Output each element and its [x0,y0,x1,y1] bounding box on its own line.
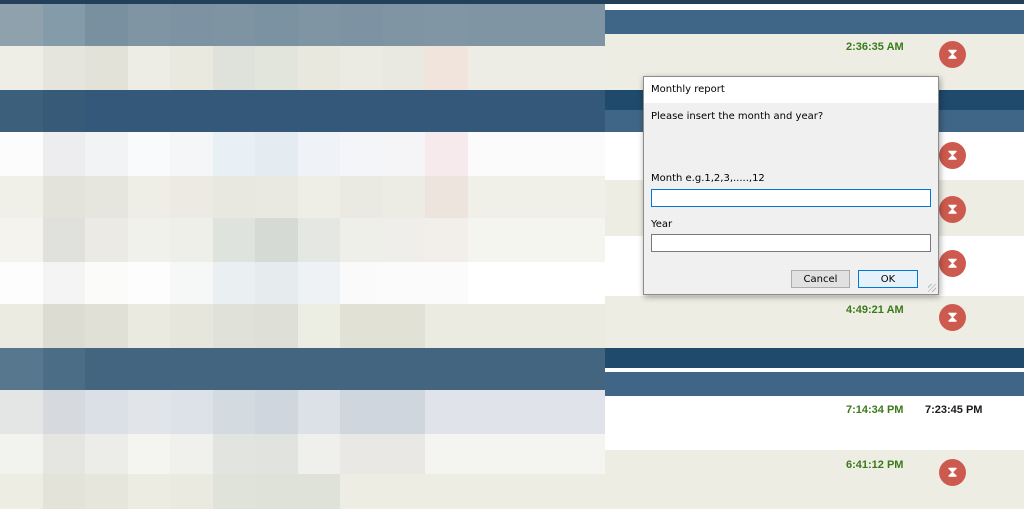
table-row: 6:41:12 PM ⧗ [605,450,1024,509]
hourglass-icon[interactable]: ⧗ [939,304,966,331]
hourglass-icon[interactable]: ⧗ [939,41,966,68]
hourglass-icon[interactable]: ⧗ [939,142,966,169]
dialog-title-bar: Monthly report [644,77,938,103]
time-value: 4:49:21 AM [846,304,904,316]
dialog-title: Monthly report [651,84,725,95]
year-input[interactable] [651,234,931,252]
resize-grip-icon[interactable] [928,284,936,292]
hourglass-icon[interactable]: ⧗ [939,196,966,223]
table-row: 4:49:21 AM ⧗ [605,296,1024,348]
time-value: 7:14:34 PM [846,404,904,416]
table-row: 7:14:34 PM 7:23:45 PM [605,396,1024,450]
pixelated-region [0,0,605,509]
ok-button[interactable]: OK [858,270,918,288]
time-value: 2:36:35 AM [846,41,904,53]
dialog-prompt: Please insert the month and year? [651,111,824,122]
year-label: Year [651,219,673,230]
cancel-button[interactable]: Cancel [791,270,850,288]
time-value: 7:23:45 PM [925,404,983,416]
hourglass-icon[interactable]: ⧗ [939,250,966,277]
monthly-report-dialog: Monthly report Please insert the month a… [643,76,939,295]
month-input[interactable] [651,189,931,207]
hourglass-icon[interactable]: ⧗ [939,459,966,486]
month-label: Month e.g.1,2,3,.....,12 [651,173,765,184]
time-value: 6:41:12 PM [846,459,904,471]
